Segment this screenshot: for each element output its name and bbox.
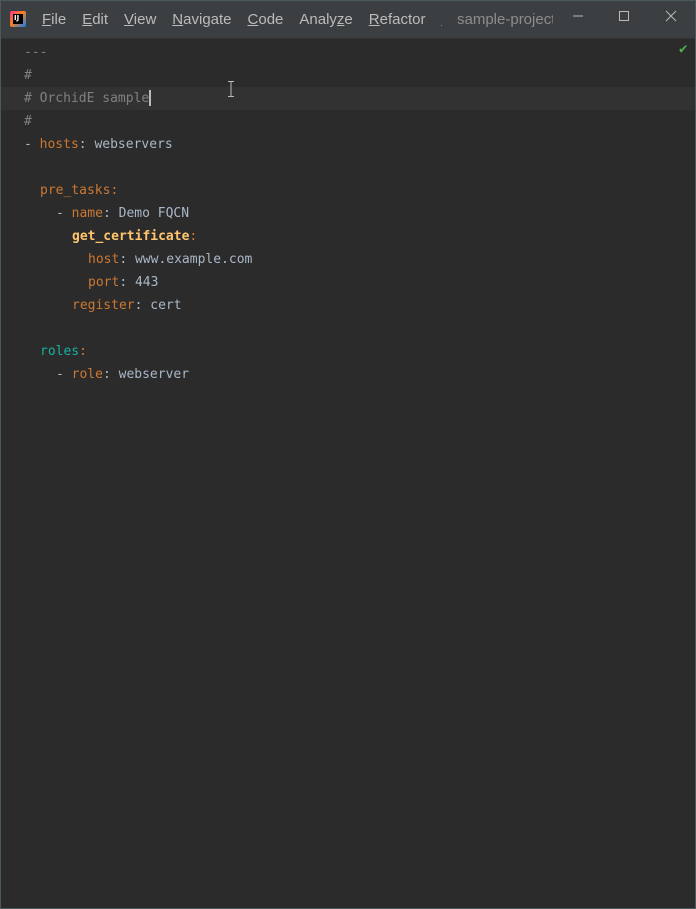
yaml-value: webserver bbox=[118, 367, 190, 382]
code-line-1: --- bbox=[1, 41, 695, 64]
list-dash: - bbox=[24, 137, 40, 152]
minimize-button[interactable] bbox=[555, 1, 601, 31]
yaml-key: roles bbox=[40, 344, 80, 359]
yaml-key: role bbox=[71, 367, 103, 382]
yaml-colon: : bbox=[102, 206, 119, 221]
code-line-9: get_certificate: bbox=[1, 225, 695, 248]
code-line-15: - role: webserver bbox=[1, 363, 695, 386]
minimize-icon bbox=[573, 15, 583, 17]
yaml-value: 443 bbox=[134, 275, 159, 290]
menu-build[interactable]: B bbox=[433, 1, 442, 38]
maximize-icon bbox=[619, 11, 629, 21]
yaml-value: cert bbox=[150, 298, 182, 313]
close-button[interactable] bbox=[648, 1, 694, 31]
yaml-module-key: get_certificate bbox=[72, 229, 190, 244]
code-line-11: port: 443 bbox=[1, 271, 695, 294]
list-dash: - bbox=[56, 206, 72, 221]
yaml-colon: : bbox=[119, 252, 135, 267]
maximize-button[interactable] bbox=[601, 1, 647, 31]
list-dash: - bbox=[56, 367, 72, 382]
code-line-14: roles: bbox=[1, 340, 695, 363]
yaml-colon: : bbox=[110, 183, 119, 198]
yaml-value: Demo FQCN bbox=[118, 206, 190, 221]
menu-navigate[interactable]: Navigate bbox=[164, 1, 239, 38]
yaml-value: webservers bbox=[94, 137, 173, 152]
menu-view[interactable]: View bbox=[116, 1, 164, 38]
code-line-7: pre_tasks: bbox=[1, 179, 695, 202]
yaml-colon: : bbox=[134, 298, 151, 313]
yaml-colon: : bbox=[189, 229, 198, 244]
yaml-key: register bbox=[72, 298, 135, 313]
menu-analyze[interactable]: Analyze bbox=[291, 1, 360, 38]
code-line-2: # bbox=[1, 64, 695, 87]
comment-text: # bbox=[24, 68, 32, 83]
comment-text: # OrchidE sample bbox=[24, 91, 150, 106]
code-line-4: # bbox=[1, 110, 695, 133]
ide-window: IJ File Edit View Navigate Code Analyze … bbox=[0, 0, 696, 909]
text-cursor-icon bbox=[228, 81, 234, 97]
text-caret bbox=[149, 89, 152, 106]
yaml-colon: : bbox=[79, 344, 87, 359]
yaml-key: host bbox=[88, 252, 120, 267]
yaml-key: pre_tasks bbox=[40, 183, 111, 198]
yaml-colon: : bbox=[119, 275, 135, 290]
menu-refactor[interactable]: Refactor bbox=[361, 1, 434, 38]
code-editor[interactable]: ✔ --- # # OrchidE sample # - hosts: webs… bbox=[1, 39, 695, 908]
yaml-value: www.example.com bbox=[134, 252, 253, 267]
title-bar: IJ File Edit View Navigate Code Analyze … bbox=[1, 1, 695, 39]
code-line-8: - name: Demo FQCN bbox=[1, 202, 695, 225]
menu-edit[interactable]: Edit bbox=[74, 1, 116, 38]
yaml-colon: : bbox=[102, 367, 119, 382]
yaml-key: port bbox=[88, 275, 120, 290]
code-line-10: host: www.example.com bbox=[1, 248, 695, 271]
menu-code[interactable]: Code bbox=[240, 1, 292, 38]
close-icon bbox=[665, 10, 677, 22]
intellij-app-icon[interactable]: IJ bbox=[10, 11, 26, 27]
comment-text: # bbox=[24, 114, 32, 129]
menu-file[interactable]: File bbox=[34, 1, 74, 38]
yaml-colon: : bbox=[78, 137, 95, 152]
yaml-key: name bbox=[71, 206, 103, 221]
yaml-key: hosts bbox=[39, 137, 79, 152]
yaml-doc-start: --- bbox=[24, 45, 48, 60]
code-line-5: - hosts: webservers bbox=[1, 133, 695, 156]
window-title: sample-project bbox=[457, 11, 553, 28]
main-menu: File Edit View Navigate Code Analyze Ref… bbox=[34, 1, 442, 38]
code-line-3-current: # OrchidE sample bbox=[1, 87, 695, 110]
code-line-12: register: cert bbox=[1, 294, 695, 317]
